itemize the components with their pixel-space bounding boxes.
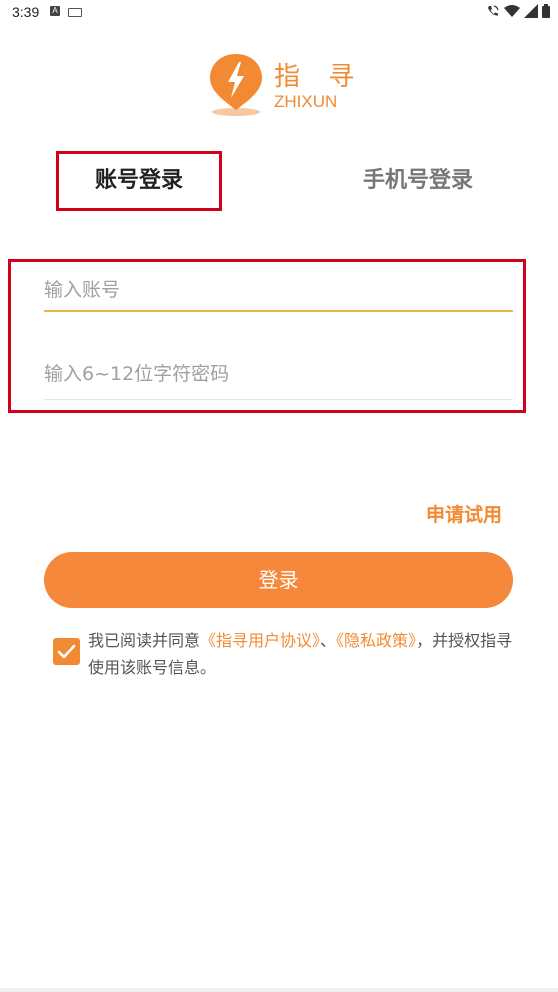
status-bar: 3:39 A: [0, 0, 558, 24]
agreement-separator: 、: [320, 631, 337, 650]
signal-icon: [524, 4, 538, 18]
app-logo: 指 寻 ZHIXUN: [206, 50, 356, 120]
battery-icon: [542, 4, 550, 18]
agreement-prefix: 我已阅读并同意: [88, 631, 201, 650]
logo-name-en: ZHIXUN: [274, 92, 338, 111]
tab-account-login[interactable]: 账号登录: [56, 151, 222, 211]
password-input[interactable]: [44, 356, 513, 392]
apply-trial-link[interactable]: 申请试用: [426, 500, 502, 527]
bottom-edge: [0, 988, 558, 992]
agreement-text: 我已阅读并同意《指寻用户协议》、《隐私政策》，并授权指寻使用该账号信息。: [88, 627, 518, 681]
keyboard-icon: [68, 8, 82, 17]
account-input[interactable]: [44, 272, 513, 308]
login-button[interactable]: 登录: [44, 552, 513, 608]
password-input-underline: [44, 399, 513, 400]
tab-phone-login[interactable]: 手机号登录: [330, 151, 506, 211]
checkmark-icon: [57, 644, 76, 659]
agreement-checkbox[interactable]: [53, 638, 80, 665]
a-notification-icon: A: [50, 6, 60, 16]
user-agreement-link[interactable]: 《指寻用户协议》: [200, 631, 320, 650]
status-icons: [486, 4, 550, 18]
privacy-policy-link[interactable]: 《隐私政策》: [336, 631, 416, 650]
status-time: 3:39: [12, 4, 40, 20]
wifi-calling-icon: [488, 5, 499, 16]
wifi-icon: [504, 5, 520, 17]
logo-name-cn: 指 寻: [274, 62, 365, 92]
account-input-underline: [44, 310, 513, 312]
lightning-pin-icon: [210, 54, 262, 116]
